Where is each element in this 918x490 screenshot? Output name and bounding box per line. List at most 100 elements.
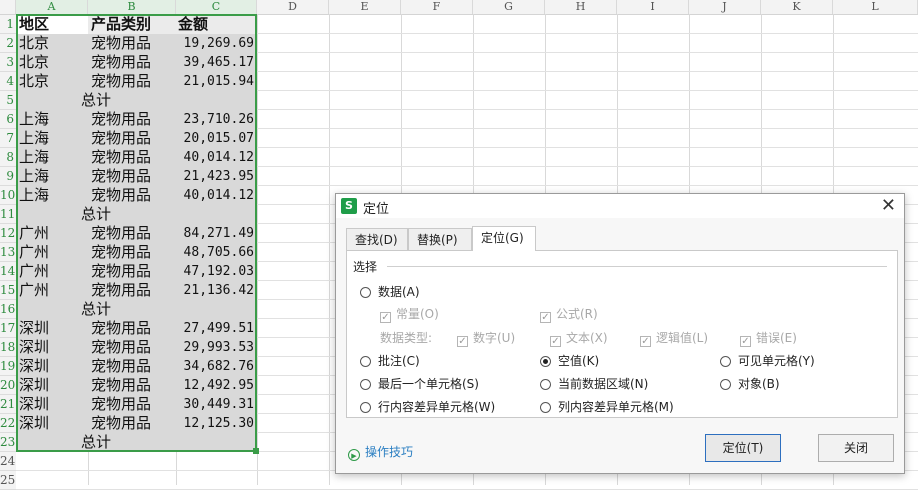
radio-column-differences[interactable] bbox=[540, 402, 551, 413]
category-cell[interactable]: 宠物用品 bbox=[91, 224, 151, 243]
option-last-cell[interactable]: 最后一个单元格(S) bbox=[360, 376, 479, 392]
category-cell[interactable]: 宠物用品 bbox=[91, 376, 151, 395]
region-cell[interactable]: 上海 bbox=[19, 148, 49, 167]
column-header-b[interactable]: B bbox=[88, 0, 176, 14]
row-header[interactable]: 11 bbox=[0, 205, 16, 224]
region-cell[interactable]: 广州 bbox=[19, 224, 49, 243]
amount-cell[interactable]: 84,271.49 bbox=[176, 224, 254, 243]
row-header[interactable]: 20 bbox=[0, 376, 16, 395]
category-cell[interactable]: 宠物用品 bbox=[91, 53, 151, 72]
radio-visible-cells[interactable] bbox=[720, 356, 731, 367]
fill-handle[interactable] bbox=[253, 448, 259, 454]
column-header-a[interactable]: A bbox=[16, 0, 88, 14]
category-cell[interactable]: 宠物用品 bbox=[91, 129, 151, 148]
row-header[interactable]: 9 bbox=[0, 167, 16, 186]
amount-cell[interactable]: 39,465.17 bbox=[176, 53, 254, 72]
cell-c1[interactable]: 金额 bbox=[178, 15, 208, 34]
subtotal-cell[interactable]: 总计 bbox=[17, 91, 175, 110]
tab-find[interactable]: 查找(D) bbox=[346, 228, 408, 250]
region-cell[interactable]: 上海 bbox=[19, 186, 49, 205]
option-column-differences[interactable]: 列内容差异单元格(M) bbox=[540, 399, 674, 415]
region-cell[interactable]: 深圳 bbox=[19, 357, 49, 376]
amount-cell[interactable]: 12,125.30 bbox=[176, 414, 254, 433]
row-header[interactable]: 5 bbox=[0, 91, 16, 110]
locate-button[interactable]: 定位(T) bbox=[705, 434, 781, 462]
column-header-d[interactable]: D bbox=[257, 0, 329, 14]
region-cell[interactable]: 深圳 bbox=[19, 376, 49, 395]
amount-cell[interactable]: 21,136.42 bbox=[176, 281, 254, 300]
amount-cell[interactable]: 48,705.66 bbox=[176, 243, 254, 262]
amount-cell[interactable]: 30,449.31 bbox=[176, 395, 254, 414]
row-header[interactable]: 18 bbox=[0, 338, 16, 357]
category-cell[interactable]: 宠物用品 bbox=[91, 186, 151, 205]
category-cell[interactable]: 宠物用品 bbox=[91, 243, 151, 262]
radio-data[interactable] bbox=[360, 287, 371, 298]
row-header[interactable]: 14 bbox=[0, 262, 16, 281]
tips-link[interactable]: ▶ 操作技巧 bbox=[348, 443, 413, 461]
dialog-titlebar[interactable]: S 定位 ✕ bbox=[336, 194, 904, 218]
subtotal-cell[interactable]: 总计 bbox=[17, 205, 175, 224]
region-cell[interactable]: 北京 bbox=[19, 53, 49, 72]
cell-a1[interactable]: 地区 bbox=[19, 15, 49, 34]
category-cell[interactable]: 宠物用品 bbox=[91, 148, 151, 167]
row-header[interactable]: 17 bbox=[0, 319, 16, 338]
option-row-differences[interactable]: 行内容差异单元格(W) bbox=[360, 399, 495, 415]
tab-goto[interactable]: 定位(G) bbox=[472, 226, 536, 251]
category-cell[interactable]: 宠物用品 bbox=[91, 281, 151, 300]
column-header-i[interactable]: I bbox=[617, 0, 689, 14]
region-cell[interactable]: 广州 bbox=[19, 262, 49, 281]
region-cell[interactable]: 深圳 bbox=[19, 338, 49, 357]
row-header[interactable]: 19 bbox=[0, 357, 16, 376]
column-header-e[interactable]: E bbox=[329, 0, 401, 14]
option-comments[interactable]: 批注(C) bbox=[360, 353, 420, 369]
row-header[interactable]: 8 bbox=[0, 148, 16, 167]
region-cell[interactable]: 广州 bbox=[19, 281, 49, 300]
close-button[interactable]: 关闭 bbox=[818, 434, 894, 462]
region-cell[interactable]: 北京 bbox=[19, 72, 49, 91]
category-cell[interactable]: 宠物用品 bbox=[91, 34, 151, 53]
tab-replace[interactable]: 替换(P) bbox=[408, 228, 472, 250]
row-header[interactable]: 23 bbox=[0, 433, 16, 452]
category-cell[interactable]: 宠物用品 bbox=[91, 72, 151, 91]
amount-cell[interactable]: 34,682.76 bbox=[176, 357, 254, 376]
column-header-g[interactable]: G bbox=[473, 0, 545, 14]
option-blanks[interactable]: 空值(K) bbox=[540, 353, 599, 369]
radio-comments[interactable] bbox=[360, 356, 371, 367]
amount-cell[interactable]: 29,993.53 bbox=[176, 338, 254, 357]
column-header-k[interactable]: K bbox=[761, 0, 833, 14]
amount-cell[interactable]: 40,014.12 bbox=[176, 186, 254, 205]
radio-blanks[interactable] bbox=[540, 356, 551, 367]
radio-objects[interactable] bbox=[720, 379, 731, 390]
region-cell[interactable]: 广州 bbox=[19, 243, 49, 262]
category-cell[interactable]: 宠物用品 bbox=[91, 395, 151, 414]
region-cell[interactable]: 深圳 bbox=[19, 319, 49, 338]
row-header[interactable]: 4 bbox=[0, 72, 16, 91]
amount-cell[interactable]: 12,492.95 bbox=[176, 376, 254, 395]
region-cell[interactable]: 深圳 bbox=[19, 395, 49, 414]
row-header[interactable]: 12 bbox=[0, 224, 16, 243]
radio-current-region[interactable] bbox=[540, 379, 551, 390]
row-header[interactable]: 13 bbox=[0, 243, 16, 262]
region-cell[interactable]: 深圳 bbox=[19, 414, 49, 433]
column-header-f[interactable]: F bbox=[401, 0, 473, 14]
category-cell[interactable]: 宠物用品 bbox=[91, 167, 151, 186]
radio-row-differences[interactable] bbox=[360, 402, 371, 413]
cell-b1[interactable]: 产品类别 bbox=[91, 15, 151, 34]
amount-cell[interactable]: 27,499.51 bbox=[176, 319, 254, 338]
column-header-j[interactable]: J bbox=[689, 0, 761, 14]
amount-cell[interactable]: 47,192.03 bbox=[176, 262, 254, 281]
amount-cell[interactable]: 21,423.95 bbox=[176, 167, 254, 186]
column-header-h[interactable]: H bbox=[545, 0, 617, 14]
category-cell[interactable]: 宠物用品 bbox=[91, 110, 151, 129]
row-header[interactable]: 6 bbox=[0, 110, 16, 129]
row-header[interactable]: 24 bbox=[0, 452, 16, 471]
region-cell[interactable]: 上海 bbox=[19, 110, 49, 129]
column-header-l[interactable]: L bbox=[833, 0, 918, 14]
amount-cell[interactable]: 20,015.07 bbox=[176, 129, 254, 148]
row-header[interactable]: 25 bbox=[0, 471, 16, 490]
row-header[interactable]: 7 bbox=[0, 129, 16, 148]
row-header[interactable]: 10 bbox=[0, 186, 16, 205]
region-cell[interactable]: 上海 bbox=[19, 167, 49, 186]
amount-cell[interactable]: 21,015.94 bbox=[176, 72, 254, 91]
region-cell[interactable]: 上海 bbox=[19, 129, 49, 148]
